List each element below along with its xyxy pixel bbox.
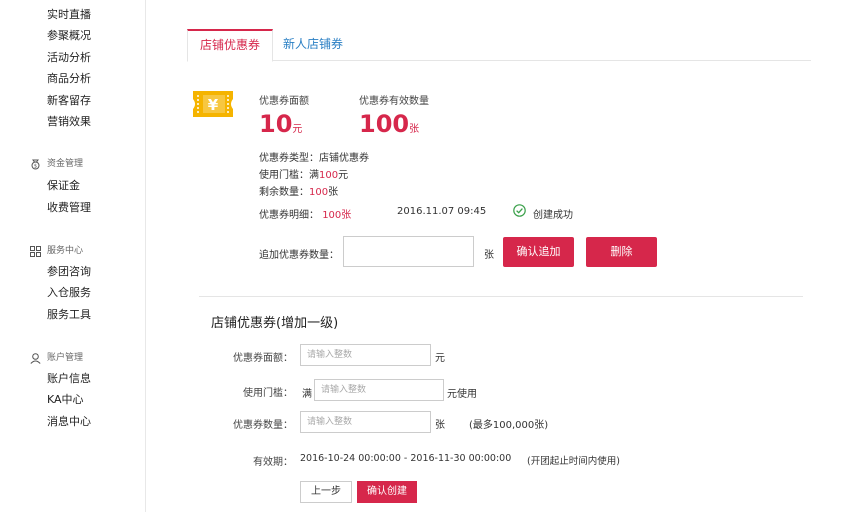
coupon-count-unit: 张: [409, 124, 420, 135]
form-threshold-input[interactable]: [314, 379, 444, 401]
coupon-detail-time: 2016.11.07 09:45: [397, 206, 487, 217]
form-count-hint: (最多100,000张): [469, 420, 549, 431]
sidebar-group-title: 服务中心: [47, 246, 84, 256]
sidebar-item-overview[interactable]: 参聚概况: [47, 29, 91, 43]
form-count-unit: 张: [435, 420, 445, 431]
sidebar-group-title: 账户管理: [47, 353, 84, 363]
sidebar-item-messages[interactable]: 消息中心: [47, 415, 91, 429]
form-validity-value: 2016-10-24 00:00:00 - 2016-11-30 00:00:0…: [300, 453, 512, 464]
coupon-amount-label: 优惠券面额: [259, 96, 309, 107]
coupon-threshold: 使用门槛：满100元: [259, 170, 349, 181]
main-content: 店铺优惠券 新人店铺券 ¥ 优惠券面额 优惠券有效数量 10元 100张 优惠券…: [147, 0, 866, 512]
form-threshold-label: 使用门槛：: [243, 388, 293, 399]
svg-text:¥: ¥: [208, 96, 219, 114]
coupon-status: 创建成功: [533, 210, 573, 221]
sidebar-group-finance: $ 资金管理: [30, 158, 83, 170]
add-count-input[interactable]: [343, 236, 474, 267]
tab-bar: 店铺优惠券 新人店铺券: [187, 29, 811, 62]
grid-icon: [30, 245, 41, 257]
sidebar-item-consult[interactable]: 参团咨询: [47, 265, 91, 279]
sidebar-group-service: 服务中心: [30, 245, 83, 257]
sidebar-item-product-analysis[interactable]: 商品分析: [47, 72, 91, 86]
add-count-label: 追加优惠券数量：: [259, 250, 339, 261]
sidebar-item-tools[interactable]: 服务工具: [47, 308, 91, 322]
form-validity-label: 有效期：: [253, 457, 293, 468]
sidebar-item-marketing[interactable]: 营销效果: [47, 115, 91, 129]
sidebar-item-warehouse[interactable]: 入仓服务: [47, 286, 91, 300]
sidebar-group-account: 账户管理: [30, 352, 83, 364]
user-icon: [30, 352, 41, 364]
coupon-amount-value: 10元: [259, 110, 303, 138]
check-circle-icon: [513, 204, 526, 217]
tab-newcomer-coupon[interactable]: 新人店铺券: [271, 29, 355, 61]
sidebar: 实时直播 参聚概况 活动分析 商品分析 新客留存 营销效果 $ 资金管理 保证金…: [0, 0, 146, 512]
sidebar-group-title: 资金管理: [47, 159, 84, 169]
sidebar-item-deposit[interactable]: 保证金: [47, 179, 80, 193]
tab-store-coupon[interactable]: 店铺优惠券: [187, 29, 274, 62]
coupon-ticket-icon: ¥: [193, 91, 233, 117]
coupon-detail: 优惠券明细： 100张: [259, 210, 352, 221]
coupon-type: 优惠券类型：店铺优惠券: [259, 153, 369, 164]
form-count-label: 优惠券数量：: [233, 420, 293, 431]
sidebar-item-ka[interactable]: KA中心: [47, 393, 84, 407]
add-count-unit: 张: [484, 250, 494, 261]
form-amount-input[interactable]: [300, 344, 431, 366]
form-section-title: 店铺优惠券(增加一级): [211, 316, 339, 331]
form-amount-unit: 元: [435, 353, 445, 364]
form-count-input[interactable]: [300, 411, 431, 433]
coupon-count-label: 优惠券有效数量: [359, 96, 429, 107]
section-divider: [199, 296, 803, 297]
form-validity-hint: (开团起止时间内使用): [527, 456, 620, 467]
money-bag-icon: $: [31, 159, 40, 170]
confirm-create-button[interactable]: 确认创建: [357, 481, 417, 503]
svg-text:$: $: [34, 164, 37, 170]
form-threshold-prefix: 满: [302, 389, 312, 400]
sidebar-item-activity-analysis[interactable]: 活动分析: [47, 51, 91, 65]
coupon-amount-unit: 元: [292, 124, 303, 135]
prev-step-button[interactable]: 上一步: [300, 481, 352, 503]
sidebar-item-account-info[interactable]: 账户信息: [47, 372, 91, 386]
form-amount-label: 优惠券面额：: [233, 353, 293, 364]
sidebar-item-fees[interactable]: 收费管理: [47, 201, 91, 215]
form-threshold-unit: 元使用: [447, 389, 477, 400]
delete-button[interactable]: 删除: [586, 237, 657, 267]
coupon-count-value: 100张: [359, 110, 420, 138]
confirm-add-button[interactable]: 确认追加: [503, 237, 574, 267]
sidebar-item-live[interactable]: 实时直播: [47, 8, 91, 22]
sidebar-item-retention[interactable]: 新客留存: [47, 94, 91, 108]
coupon-remaining: 剩余数量：100张: [259, 187, 339, 198]
